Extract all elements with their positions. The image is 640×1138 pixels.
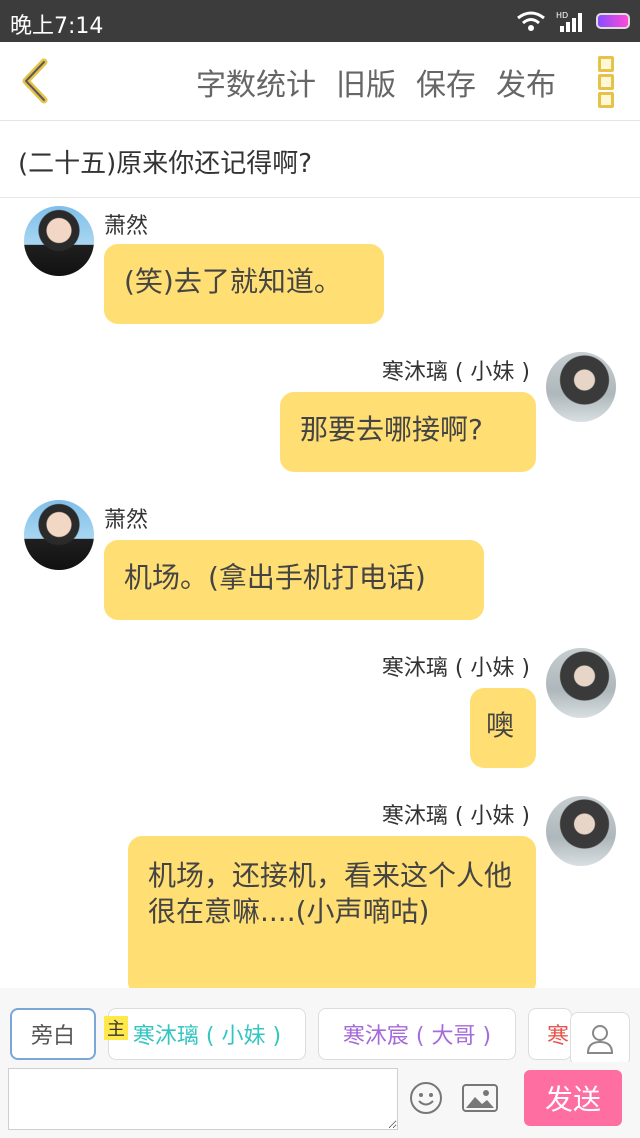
avatar[interactable] (546, 796, 616, 866)
avatar[interactable] (24, 206, 94, 276)
avatar[interactable] (24, 500, 94, 570)
status-icons: HD (516, 8, 630, 34)
word-count-button[interactable]: 字数统计 (196, 60, 316, 104)
toolbar-actions: 字数统计 旧版 保存 发布 (196, 60, 556, 104)
speaker-name: 萧然 (104, 508, 149, 533)
image-icon[interactable] (462, 1084, 498, 1112)
chapter-title[interactable]: (二十五)原来你还记得啊? (18, 143, 312, 180)
battery-icon (596, 13, 630, 29)
message-bubble[interactable]: 噢 (470, 688, 536, 768)
old-version-button[interactable]: 旧版 (336, 60, 396, 104)
wifi-icon (517, 11, 545, 31)
emoji-icon[interactable] (410, 1082, 442, 1114)
speaker-name: 萧然 (104, 214, 149, 239)
message-bubble[interactable]: 机场。(拿出手机打电话) (104, 540, 484, 620)
user-icon (586, 1025, 614, 1054)
message-bubble[interactable]: 机场，还接机，看来这个人他很在意嘛....(小声嘀咕) (128, 836, 536, 988)
speaker-name: 寒沐璃 ( 小妹 ) (381, 360, 530, 385)
speaker-name: 寒沐璃 ( 小妹 ) (381, 656, 530, 681)
role-tab-narration[interactable]: 旁白 (10, 1008, 96, 1060)
back-arrow-icon[interactable] (16, 56, 56, 106)
message-bubble[interactable]: 那要去哪接啊? (280, 392, 536, 472)
speaker-name: 寒沐璃 ( 小妹 ) (381, 804, 530, 829)
signal-icon: HD (556, 11, 582, 32)
more-menu-icon[interactable] (598, 56, 614, 108)
svg-text:HD: HD (556, 11, 568, 20)
send-button[interactable]: 发送 (524, 1070, 622, 1126)
composer: 发送 (0, 1062, 640, 1138)
avatar[interactable] (546, 648, 616, 718)
chat-list[interactable]: 萧然 (笑)去了就知道。 寒沐璃 ( 小妹 ) 那要去哪接啊? 萧然 机场。(拿… (0, 198, 640, 988)
role-manager-button[interactable] (570, 1012, 630, 1066)
avatar[interactable] (546, 352, 616, 422)
publish-button[interactable]: 发布 (496, 60, 556, 104)
role-selector: 旁白 寒沐璃 ( 小妹 ) 寒沐宸 ( 大哥 ) 寒 (0, 988, 640, 1062)
editor-toolbar: 字数统计 旧版 保存 发布 (0, 42, 640, 121)
message-input[interactable] (8, 1068, 398, 1130)
status-time: 晚上7:14 (10, 14, 104, 39)
role-tab-han-muli[interactable]: 寒沐璃 ( 小妹 ) (108, 1008, 306, 1060)
save-button[interactable]: 保存 (416, 60, 476, 104)
main-role-badge: 主 (104, 1016, 128, 1040)
role-tab-han-muchen[interactable]: 寒沐宸 ( 大哥 ) (318, 1008, 516, 1060)
message-bubble[interactable]: (笑)去了就知道。 (104, 244, 384, 324)
chapter-title-row[interactable]: (二十五)原来你还记得啊? (0, 121, 640, 198)
role-tab-han[interactable]: 寒 (528, 1008, 572, 1060)
status-bar: 晚上7:14 HD (0, 0, 640, 42)
